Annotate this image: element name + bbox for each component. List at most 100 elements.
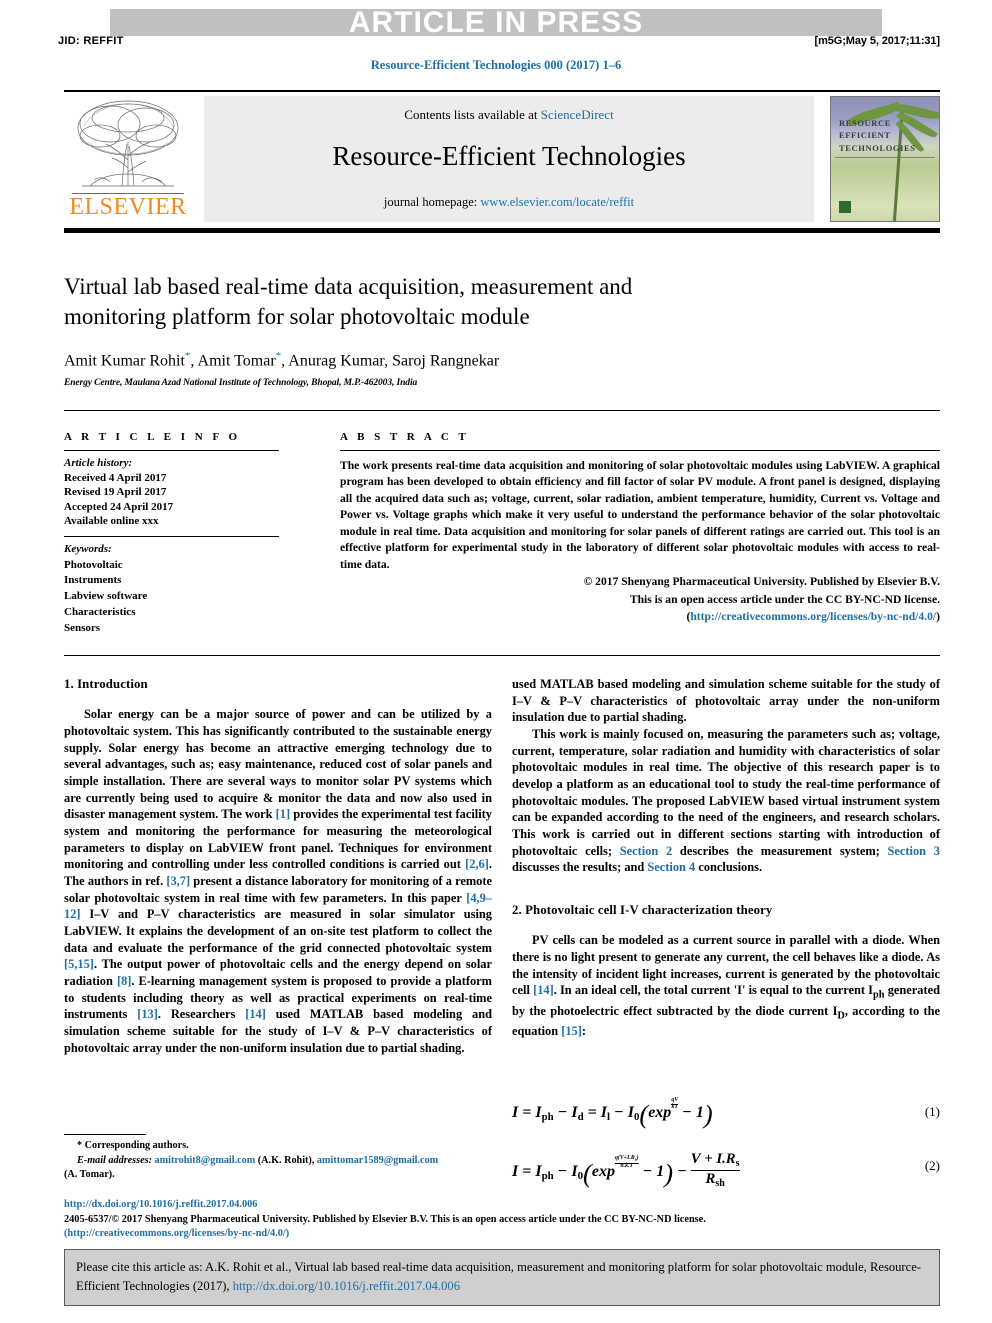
cover-title-line-1: Resource (839, 118, 892, 128)
reference-link-14[interactable]: [14] (245, 1007, 266, 1021)
equation-1-number: (1) (924, 1104, 940, 1119)
intro2-text-a: This work is mainly focused on, measurin… (512, 727, 940, 858)
intro-text-a: Solar energy can be a major source of po… (64, 707, 492, 822)
article-history-item: Received 4 April 2017 (64, 471, 167, 484)
production-stamp-label: [m5G;May 5, 2017;11:31] (814, 35, 941, 47)
masthead-center-panel: Contents lists available at ScienceDirec… (204, 96, 814, 222)
reference-link-3-7[interactable]: [3,7] (166, 874, 190, 888)
keyword-item: Characteristics (64, 606, 136, 619)
reference-link-14-theory[interactable]: [14] (533, 983, 554, 997)
intro2-text-b: describes the measurement system; (672, 843, 888, 858)
theory-paragraph-1: PV cells can be modeled as a current sou… (512, 932, 940, 1039)
elsevier-logo: ELSEVIER (64, 96, 192, 222)
author-list: Amit Kumar Rohit*, Amit Tomar*, Anurag K… (64, 350, 500, 370)
article-history-item: Available online xxx (64, 515, 159, 528)
email-link-rohit[interactable]: amitrohit8@gmail.com (155, 1155, 256, 1166)
article-in-press-label: ARTICLE IN PRESS (348, 6, 644, 39)
journal-cover-thumbnail: Resource Efficient Technologies (830, 96, 940, 222)
section-4-link[interactable]: Section 4 (647, 860, 695, 874)
running-head: Resource-Efficient Technologies 000 (201… (370, 58, 622, 72)
journal-homepage-prefix: journal homepage: (383, 195, 481, 209)
abstract-rule (340, 450, 940, 451)
info-block-rule-top (64, 410, 940, 411)
cite-doi-link[interactable]: http://dx.doi.org/10.1016/j.reffit.2017.… (233, 1279, 460, 1293)
section-heading-introduction: 1. Introduction (64, 677, 148, 691)
body-rule (64, 655, 940, 656)
footnote-block: * Corresponding authors. E-mail addresse… (64, 1139, 494, 1183)
author-marker[interactable]: * (276, 350, 282, 362)
article-history-item: Accepted 24 April 2017 (64, 500, 174, 513)
cover-title-line-3: Technologies (839, 142, 916, 153)
author-marker[interactable]: * (185, 350, 191, 362)
license-link[interactable]: http://creativecommons.org/licenses/by-n… (690, 610, 936, 623)
footnote-rule (64, 1134, 146, 1135)
reference-link-15[interactable]: [15] (561, 1024, 582, 1038)
author-name: Amit Kumar Rohit (64, 352, 185, 370)
masthead-rule-top (64, 90, 940, 92)
email-owner-rohit: (A.K. Rohit), (257, 1154, 315, 1166)
journal-homepage-link[interactable]: www.elsevier.com/locate/reffit (480, 195, 634, 209)
corresponding-authors-line: * Corresponding authors. (64, 1139, 494, 1154)
section-3-link[interactable]: Section 3 (888, 844, 940, 858)
reference-link-8[interactable]: [8] (117, 974, 131, 988)
reference-link-5-15[interactable]: [5,15] (64, 957, 94, 971)
section-heading-theory: 2. Photovoltaic cell I-V characterizatio… (512, 903, 773, 918)
introduction-paragraph-1-continued: used MATLAB based modeling and simulatio… (512, 676, 940, 726)
author-name: Saroj Rangnekar (392, 352, 500, 370)
theory-text-e: : (581, 1024, 587, 1038)
equation-1: I = Iph − Id = Il − I0(expqV kT − 1) (1) (512, 1097, 940, 1130)
author-name: Amit Tomar (197, 352, 276, 370)
article-info-rule (64, 450, 279, 451)
contents-available-prefix: Contents lists available at (404, 107, 541, 122)
doi-link[interactable]: http://dx.doi.org/10.1016/j.reffit.2017.… (64, 1198, 824, 1213)
corresponding-authors-label: Corresponding authors. (84, 1140, 189, 1151)
cover-title-text: Resource Efficient Technologies (839, 117, 916, 154)
keyword-item: Sensors (64, 622, 101, 635)
article-info-block: A R T I C L E I N F O Article history: R… (64, 431, 314, 637)
subscript-d: D (837, 1010, 845, 1022)
footer-license-link[interactable]: (http://creativecommons.org/licenses/by-… (64, 1227, 824, 1242)
masthead-rule-bottom (64, 228, 940, 233)
abstract-heading: A B S T R A C T (340, 431, 470, 443)
keywords-label: Keywords: (64, 542, 112, 555)
article-info-heading: A R T I C L E I N F O (64, 431, 241, 443)
reference-link-1[interactable]: [1] (276, 807, 290, 821)
elsevier-wordmark: ELSEVIER (69, 194, 187, 220)
page-title: Virtual lab based real-time data acquisi… (64, 274, 633, 330)
reference-link-13[interactable]: [13] (137, 1007, 158, 1021)
intro-continuation-text: used MATLAB based modeling and simulatio… (512, 677, 940, 725)
email-link-tomar[interactable]: amittomar1589@gmail.com (317, 1155, 438, 1166)
intro2-text-d: conclusions. (695, 860, 763, 875)
introduction-paragraph-2: This work is mainly focused on, measurin… (512, 726, 940, 876)
intro-text-e: I–V and P–V characteristics are measured… (64, 907, 492, 955)
journal-masthead: ELSEVIER Contents lists available at Sci… (64, 96, 940, 224)
cite-this-article-box: Please cite this article as: A.K. Rohit … (64, 1249, 940, 1306)
introduction-paragraph-1: Solar energy can be a major source of po… (64, 706, 492, 1056)
keywords-rule (64, 535, 279, 537)
abstract-text: The work presents real-time data acquisi… (340, 459, 940, 571)
reference-link-2-6[interactable]: [2,6] (465, 857, 489, 871)
contents-available-line: Contents lists available at ScienceDirec… (204, 107, 814, 123)
body-column-right: used MATLAB based modeling and simulatio… (512, 676, 940, 1040)
journal-homepage-line: journal homepage: www.elsevier.com/locat… (204, 195, 814, 210)
cover-title-line-2: Efficient (839, 130, 891, 141)
body-column-left: 1. Introduction Solar energy can be a ma… (64, 676, 492, 1056)
sciencedirect-link[interactable]: ScienceDirect (541, 107, 614, 122)
equation-1-body: I = Iph − Id = Il − I0(expqV kT − 1) (512, 1097, 713, 1129)
footnote-star-marker: * (77, 1140, 83, 1151)
article-history-label: Article history: (64, 457, 133, 469)
journal-id-label: JID: REFFIT (58, 35, 124, 47)
section-2-link[interactable]: Section 2 (620, 844, 672, 858)
equation-2: I = Iph − I0(expq(V+I.Rs) n.k.T − 1) − V … (512, 1151, 940, 1189)
cover-horizon-line (835, 157, 935, 158)
keyword-item: Labview software (64, 590, 148, 603)
cite-text: Please cite this article as: A.K. Rohit … (76, 1260, 922, 1293)
email-addresses-line: E-mail addresses: amitrohit8@gmail.com (… (64, 1154, 494, 1169)
abstract-copyright-line: © 2017 Shenyang Pharmaceutical Universit… (583, 575, 940, 589)
abstract-block: A B S T R A C T The work presents real-t… (340, 431, 940, 626)
intro-text-h: . Researchers (157, 1007, 246, 1022)
journal-title: Resource-Efficient Technologies (332, 141, 686, 171)
email-addresses-label: E-mail addresses: (77, 1154, 152, 1166)
article-history-item: Revised 19 April 2017 (64, 486, 167, 499)
equation-2-body: I = Iph − I0(expq(V+I.Rs) n.k.T − 1) − V … (512, 1151, 740, 1189)
